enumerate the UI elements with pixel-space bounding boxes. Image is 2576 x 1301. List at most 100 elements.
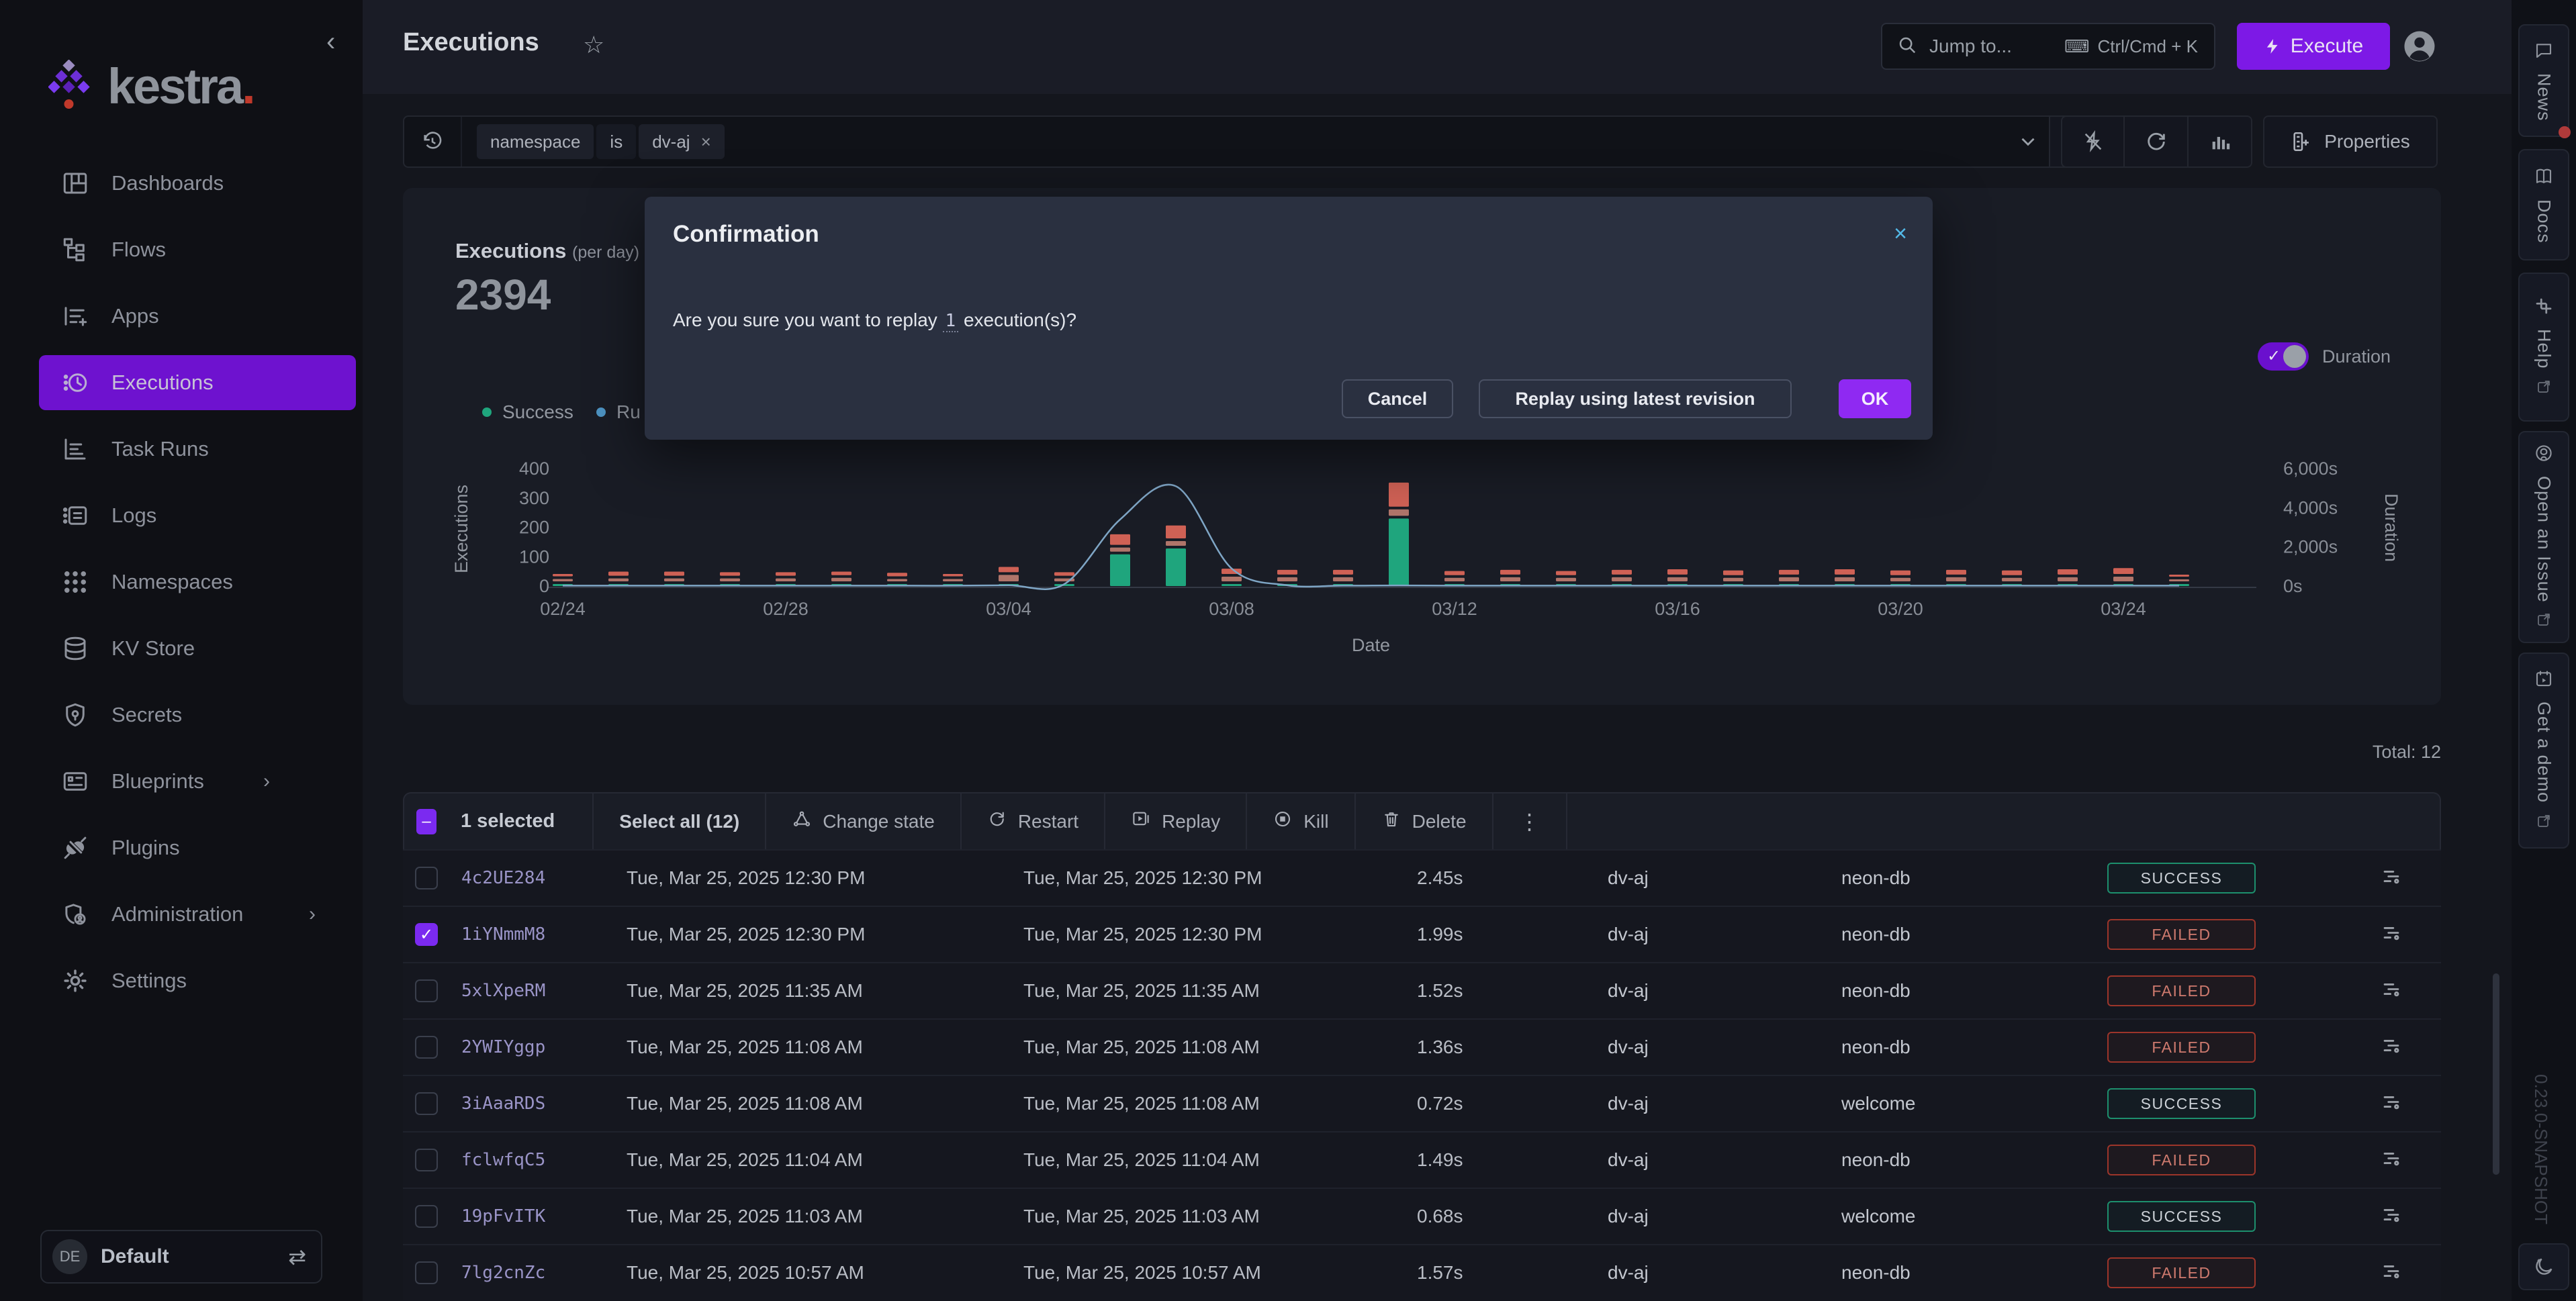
plugins-icon bbox=[60, 833, 90, 863]
user-avatar[interactable] bbox=[2401, 28, 2438, 64]
kill-button[interactable]: Kill bbox=[1247, 793, 1355, 849]
rightbar-slack-button[interactable]: Help bbox=[2518, 273, 2569, 422]
filter-input[interactable]: namespaceisdv-aj× bbox=[403, 115, 2050, 168]
theme-toggle-button[interactable] bbox=[2518, 1243, 2569, 1290]
table-row[interactable]: 4c2UE284Tue, Mar 25, 2025 12:30 PMTue, M… bbox=[403, 849, 2441, 906]
sidebar-item-executions[interactable]: Executions bbox=[39, 355, 356, 410]
sidebar-item-logs[interactable]: Logs bbox=[39, 488, 356, 543]
change-state-button[interactable]: Change state bbox=[766, 793, 962, 849]
execute-button[interactable]: Execute bbox=[2237, 23, 2390, 70]
sidebar-item-plugins[interactable]: Plugins bbox=[39, 820, 356, 875]
replay-latest-revision-button[interactable]: Replay using latest revision bbox=[1479, 379, 1792, 418]
legend-item[interactable]: Success bbox=[482, 401, 573, 423]
tenant-switcher[interactable]: DE Default ⇄ bbox=[40, 1230, 322, 1284]
chart-view-button[interactable] bbox=[2189, 115, 2252, 168]
execution-overview-icon[interactable] bbox=[2380, 922, 2403, 948]
restart-button[interactable]: Restart bbox=[962, 793, 1105, 849]
notification-dot bbox=[2559, 126, 2571, 138]
kestra-logo[interactable]: kestra. bbox=[48, 58, 254, 115]
flow: neon-db bbox=[1841, 1262, 1911, 1284]
sidebar-item-label: KV Store bbox=[111, 636, 195, 661]
tenant-swap-icon[interactable]: ⇄ bbox=[288, 1244, 306, 1269]
table-row[interactable]: 19pFvITKTue, Mar 25, 2025 11:03 AMTue, M… bbox=[403, 1188, 2441, 1244]
logs-icon bbox=[60, 501, 90, 530]
rightbar-docs-button[interactable]: Docs bbox=[2518, 149, 2569, 260]
execution-id-link[interactable]: 7lg2cnZc bbox=[461, 1263, 545, 1283]
properties-button[interactable]: Properties bbox=[2263, 115, 2438, 168]
row-checkbox[interactable]: ✓ bbox=[415, 923, 438, 946]
svg-text:03/12: 03/12 bbox=[1432, 599, 1477, 619]
rightbar-github-button[interactable]: Open an Issue bbox=[2518, 431, 2569, 643]
sidebar-item-namespaces[interactable]: Namespaces bbox=[39, 555, 356, 610]
sidebar-item-settings[interactable]: Settings bbox=[39, 953, 356, 1008]
rightbar-news-button[interactable]: News bbox=[2518, 24, 2569, 137]
row-checkbox[interactable] bbox=[415, 1205, 438, 1228]
legend-item[interactable]: Ru bbox=[596, 401, 641, 423]
select-all-checkbox[interactable]: – bbox=[416, 809, 436, 834]
execution-overview-icon[interactable] bbox=[2380, 1091, 2403, 1117]
execution-id-link[interactable]: 3iAaaRDS bbox=[461, 1094, 545, 1114]
table-row[interactable]: 7lg2cnZcTue, Mar 25, 2025 10:57 AMTue, M… bbox=[403, 1244, 2441, 1300]
jump-to-search[interactable]: Jump to... ⌨ Ctrl/Cmd + K bbox=[1881, 23, 2215, 70]
sidebar-item-task-runs[interactable]: Task Runs bbox=[39, 422, 356, 477]
execution-id-link[interactable]: 2YWIYggp bbox=[461, 1037, 545, 1057]
filter-history-icon[interactable] bbox=[404, 117, 462, 166]
svg-text:Date: Date bbox=[1352, 635, 1390, 655]
execution-overview-icon[interactable] bbox=[2380, 1260, 2403, 1286]
execution-id-link[interactable]: 1iYNmmM8 bbox=[461, 924, 545, 945]
execution-id-link[interactable]: 5xlXpeRM bbox=[461, 981, 545, 1001]
docs-icon bbox=[2534, 166, 2554, 190]
execution-overview-icon[interactable] bbox=[2380, 1147, 2403, 1173]
filter-chip-value[interactable]: dv-aj× bbox=[639, 124, 725, 159]
rightbar-calendar-button[interactable]: Get a demo bbox=[2518, 653, 2569, 849]
sidebar-item-apps[interactable]: Apps bbox=[39, 289, 356, 344]
favorite-star-icon[interactable]: ☆ bbox=[583, 31, 604, 59]
execution-id-link[interactable]: fclwfqC5 bbox=[461, 1150, 545, 1170]
filter-chip-key[interactable]: namespace bbox=[477, 124, 594, 159]
ok-button[interactable]: OK bbox=[1839, 379, 1911, 418]
refresh-button[interactable] bbox=[2125, 115, 2189, 168]
chip-remove-icon[interactable]: × bbox=[701, 132, 711, 152]
execution-overview-icon[interactable] bbox=[2380, 978, 2403, 1004]
auto-refresh-off-button[interactable] bbox=[2061, 115, 2125, 168]
table-row[interactable]: fclwfqC5Tue, Mar 25, 2025 11:04 AMTue, M… bbox=[403, 1131, 2441, 1188]
execution-overview-icon[interactable] bbox=[2380, 1204, 2403, 1230]
filter-chip-operator[interactable]: is bbox=[596, 124, 636, 159]
table-row[interactable]: ✓1iYNmmM8Tue, Mar 25, 2025 12:30 PMTue, … bbox=[403, 906, 2441, 962]
sidebar-collapse-icon[interactable]: ‹ bbox=[326, 27, 335, 57]
chevron-down-icon[interactable] bbox=[2017, 117, 2039, 166]
replay-button[interactable]: Replay bbox=[1105, 793, 1247, 849]
right-toolbar: NewsDocsHelpOpen an IssueGet a demo 0.23… bbox=[2512, 0, 2576, 1301]
delete-button[interactable]: Delete bbox=[1356, 793, 1493, 849]
row-checkbox[interactable] bbox=[415, 1036, 438, 1059]
execution-id-link[interactable]: 19pFvITK bbox=[461, 1206, 545, 1226]
sidebar-item-label: Apps bbox=[111, 304, 159, 328]
sidebar-item-label: Dashboards bbox=[111, 171, 224, 195]
table-row[interactable]: 5xlXpeRMTue, Mar 25, 2025 11:35 AMTue, M… bbox=[403, 962, 2441, 1018]
execution-id-link[interactable]: 4c2UE284 bbox=[461, 868, 545, 888]
execution-overview-icon[interactable] bbox=[2380, 1034, 2403, 1061]
duration-toggle[interactable]: ✓ Duration bbox=[2258, 342, 2391, 371]
more-actions-button[interactable]: ⋮ bbox=[1493, 793, 1566, 849]
row-checkbox[interactable] bbox=[415, 867, 438, 889]
sidebar-item-kv-store[interactable]: KV Store bbox=[39, 621, 356, 676]
flow: neon-db bbox=[1841, 924, 1911, 945]
cancel-button[interactable]: Cancel bbox=[1342, 379, 1453, 418]
row-checkbox[interactable] bbox=[415, 979, 438, 1002]
row-checkbox[interactable] bbox=[415, 1261, 438, 1284]
sidebar-item-secrets[interactable]: Secrets bbox=[39, 687, 356, 742]
sidebar-item-flows[interactable]: Flows bbox=[39, 222, 356, 277]
duration-toggle-switch[interactable]: ✓ bbox=[2258, 342, 2309, 371]
table-row[interactable]: 2YWIYggpTue, Mar 25, 2025 11:08 AMTue, M… bbox=[403, 1018, 2441, 1075]
modal-close-icon[interactable]: × bbox=[1894, 221, 1907, 247]
scrollbar-thumb[interactable] bbox=[2493, 973, 2499, 1175]
sidebar-item-blueprints[interactable]: Blueprints› bbox=[39, 754, 356, 809]
executions-table: 4c2UE284Tue, Mar 25, 2025 12:30 PMTue, M… bbox=[403, 849, 2441, 1300]
execution-overview-icon[interactable] bbox=[2380, 865, 2403, 892]
select-all-button[interactable]: Select all (12) bbox=[594, 793, 766, 849]
row-checkbox[interactable] bbox=[415, 1149, 438, 1171]
sidebar-item-dashboards[interactable]: Dashboards bbox=[39, 156, 356, 211]
table-row[interactable]: 3iAaaRDSTue, Mar 25, 2025 11:08 AMTue, M… bbox=[403, 1075, 2441, 1131]
sidebar-item-administration[interactable]: Administration› bbox=[39, 887, 356, 942]
row-checkbox[interactable] bbox=[415, 1092, 438, 1115]
